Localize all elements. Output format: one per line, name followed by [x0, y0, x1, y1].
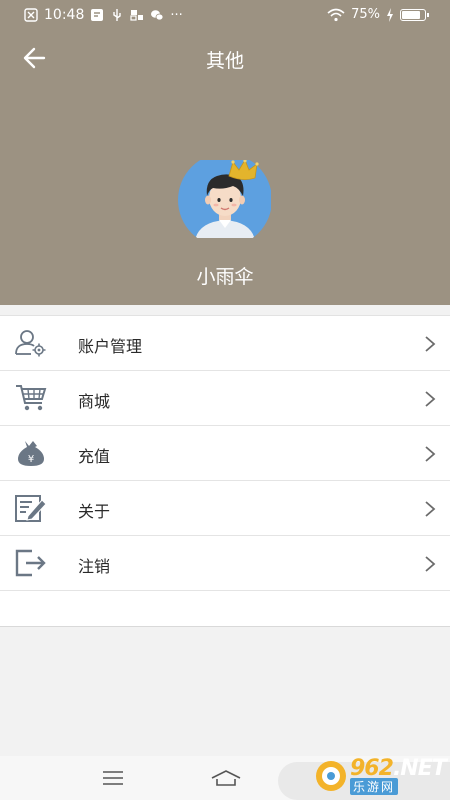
menu-item-label: 商城 [78, 392, 111, 411]
gallery-notification-icon [130, 10, 144, 21]
chevron-right-icon [425, 501, 436, 517]
menu-item-about[interactable]: 关于 [0, 481, 450, 536]
status-more: ··· [170, 7, 183, 23]
status-right: 75% [327, 7, 429, 22]
wechat-icon [151, 10, 164, 21]
chevron-right-icon [425, 446, 436, 462]
battery-percent: 75% [351, 7, 380, 22]
app-notification-icon [91, 9, 104, 21]
menu-item-label: 账户管理 [78, 337, 143, 356]
username: 小雨伞 [196, 266, 254, 288]
home-icon[interactable] [210, 769, 242, 787]
header-area: 10:48 ··· 75% 其他 小雨伞 [0, 0, 450, 305]
chevron-right-icon [425, 336, 436, 352]
menu-item-logout[interactable]: 注销 [0, 536, 450, 591]
battery-level [402, 10, 420, 19]
menu-item-shop[interactable]: 商城 [0, 371, 450, 426]
watermark-badge-icon [316, 761, 346, 791]
avatar[interactable] [177, 160, 273, 240]
site-watermark-logo: 962.NET 乐游网 [314, 756, 447, 796]
title-bar: 其他 [0, 30, 450, 86]
svg-text:¥: ¥ [28, 454, 34, 465]
usb-icon [113, 9, 122, 21]
money-bag-icon: ¥ [18, 441, 44, 466]
status-bar: 10:48 ··· 75% [0, 0, 450, 30]
wifi-icon [327, 8, 345, 21]
edit-note-icon [15, 495, 47, 522]
watermark-subtitle: 乐游网 [350, 778, 399, 795]
menu-item-recharge[interactable]: ¥ 充值 [0, 426, 450, 481]
chevron-right-icon [425, 391, 436, 407]
menu-item-account[interactable]: 账户管理 [0, 316, 450, 371]
page-title: 其他 [205, 50, 244, 72]
cart-icon [16, 385, 47, 411]
logout-icon [15, 549, 46, 577]
charging-icon [387, 7, 393, 22]
menu-item-label: 注销 [78, 557, 111, 576]
notification-close-icon [24, 8, 38, 22]
chevron-right-icon [425, 556, 436, 572]
screen: 10:48 ··· 75% 其他 小雨伞 账户管理 商城 ¥ 充值 关于 注销 … [0, 0, 450, 800]
avatar-crown-icon [178, 160, 271, 238]
status-time: 10:48 [44, 7, 85, 23]
user-settings-icon [15, 330, 46, 357]
menu-lines-icon[interactable] [102, 770, 124, 786]
settings-menu: 账户管理 商城 ¥ 充值 关于 注销 [0, 315, 450, 627]
status-left: 10:48 ··· [24, 7, 183, 23]
menu-item-label: 关于 [78, 502, 111, 521]
battery-icon [400, 8, 429, 21]
menu-item-label: 充值 [78, 447, 111, 466]
